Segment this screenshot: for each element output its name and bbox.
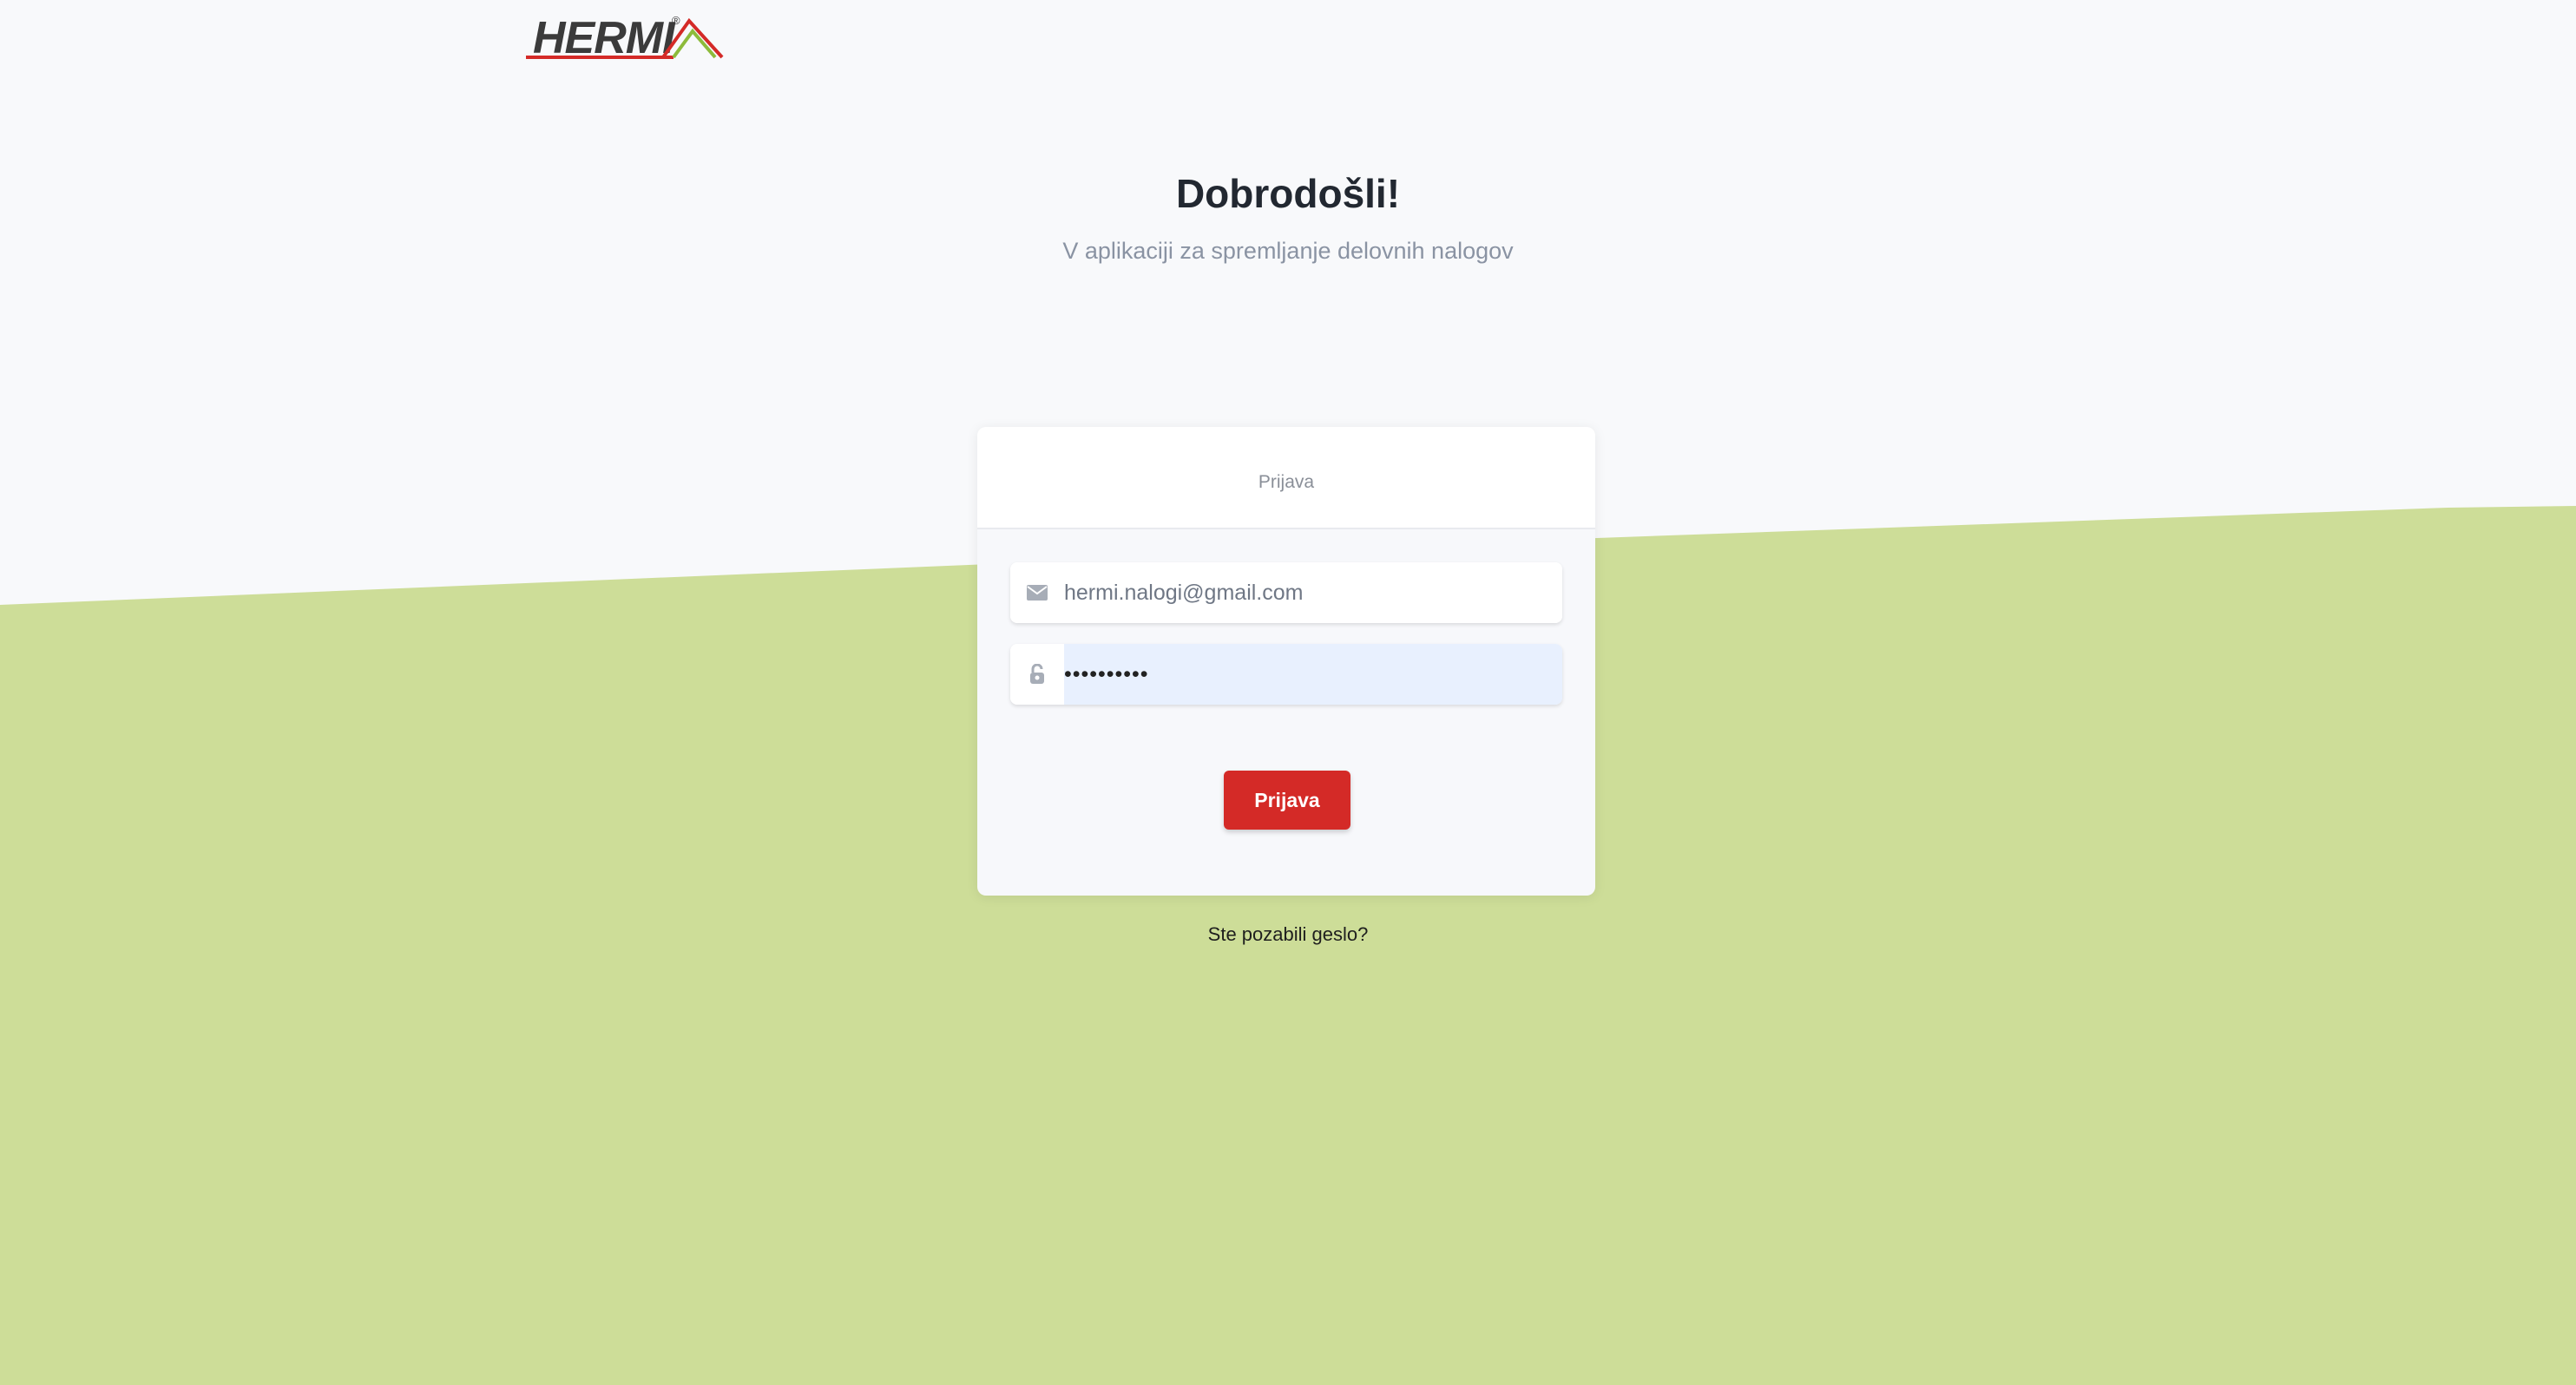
password-input[interactable]: [1064, 644, 1562, 705]
hermi-logo: HERMI ®: [526, 14, 726, 62]
email-field[interactable]: [1010, 562, 1562, 623]
login-card-header: Prijava: [977, 427, 1595, 529]
envelope-icon: [1010, 562, 1064, 623]
login-button[interactable]: Prijava: [1224, 771, 1350, 830]
password-field[interactable]: [1010, 644, 1562, 705]
page-title: Dobrodošli!: [1175, 171, 1401, 216]
forgot-password-link[interactable]: Ste pozabili geslo?: [1208, 923, 1369, 945]
email-input[interactable]: [1064, 562, 1562, 623]
lock-icon: [1010, 644, 1064, 705]
forgot-password-row: Ste pozabili geslo?: [0, 923, 2576, 946]
login-card: Prijava Prijava: [977, 427, 1595, 896]
logo-roof-icon: [526, 17, 724, 59]
page-subtitle: V aplikaciji za spremljanje delovnih nal…: [1062, 238, 1514, 264]
login-card-title: Prijava: [1258, 472, 1315, 492]
